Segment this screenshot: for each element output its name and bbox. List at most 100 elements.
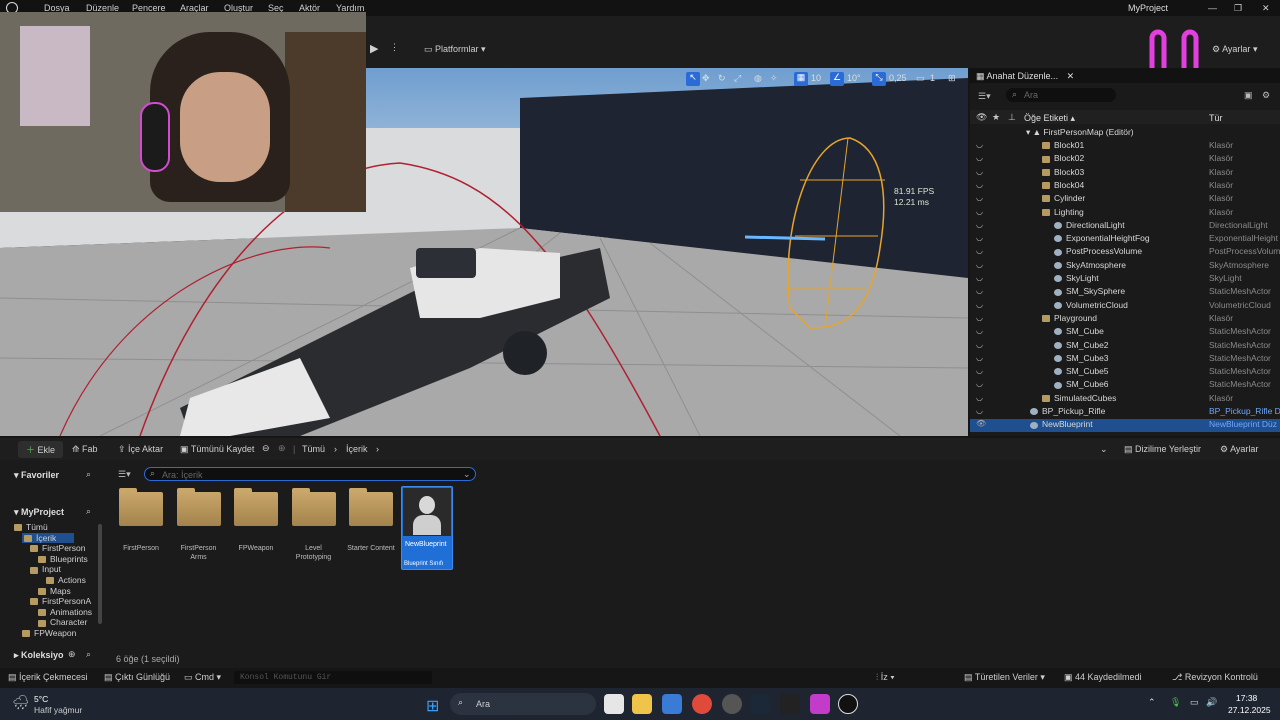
folder-add-icon[interactable]: ▣ (1244, 90, 1253, 101)
tree-folder[interactable]: İçerik (22, 532, 75, 543)
folder-tile[interactable]: FirstPerson Arms (174, 486, 224, 570)
content-search-input[interactable]: ⌕ Ara: İçerik ⌄ (144, 467, 476, 481)
folder-tile[interactable]: FPWeapon (231, 486, 281, 570)
scale-icon[interactable]: ⤢ (734, 73, 741, 84)
dock-button[interactable]: ▤ Dizilime Yerleştir (1124, 444, 1201, 455)
revision-control-button[interactable]: ⎇ Revizyon Kontrolü (1172, 672, 1258, 683)
pin-header-icon[interactable]: ⊥ (1008, 112, 1016, 123)
collections-header[interactable]: ▸ Koleksiyo (14, 650, 64, 661)
clock-time[interactable]: 17:38 (1236, 693, 1257, 703)
visibility-toggle-icon[interactable]: ◡ (976, 353, 983, 362)
history-back-icon[interactable]: ⊖ (262, 443, 270, 454)
outliner-map-row[interactable]: ▾ ▲ FirstPersonMap (Editör) (970, 127, 1280, 140)
favorites-search-icon[interactable]: ⌕ (86, 469, 91, 480)
outliner-row[interactable]: ◡ Cylinder Klasör (970, 193, 1280, 206)
filter-icon[interactable]: ☰▾ (978, 91, 991, 102)
tree-folder[interactable]: Tümü (14, 522, 48, 532)
item-label-header[interactable]: Öğe Etiketi ▴ (1024, 113, 1075, 124)
trace-button[interactable]: ⫶ İz ▾ (876, 672, 895, 683)
breadcrumb-content[interactable]: İçerik (346, 444, 368, 454)
visibility-toggle-icon[interactable]: ◡ (976, 180, 983, 189)
platforms-button[interactable]: ▭ Platformlar ▾ (424, 44, 486, 55)
file-explorer-icon[interactable] (632, 694, 652, 714)
outliner-row[interactable]: ◡ VolumetricCloud VolumetricCloud (970, 300, 1280, 313)
derived-data-button[interactable]: ▤ Türetilen Veriler ▾ (964, 672, 1045, 683)
tree-folder[interactable]: FirstPerson (30, 543, 85, 553)
outliner-tab[interactable]: ▦ Anahat Düzenle... ✕ (976, 71, 1074, 82)
outliner-row[interactable]: ◡ SkyAtmosphere SkyAtmosphere (970, 260, 1280, 273)
maximize-viewport-icon[interactable]: ⊞ (948, 73, 956, 84)
outliner-row[interactable]: ◡ SimulatedCubes Klasör (970, 393, 1280, 406)
console-input[interactable]: Konsol Komutunu Gir (234, 671, 432, 684)
camera-speed-icon[interactable]: ▭ (916, 73, 925, 84)
visibility-toggle-icon[interactable]: ◡ (976, 366, 983, 375)
visibility-toggle-icon[interactable]: ◡ (976, 300, 983, 309)
tree-folder[interactable]: Maps (38, 586, 71, 596)
unsaved-button[interactable]: ▣ 44 Kaydedilmedi (1064, 672, 1142, 683)
project-search-icon[interactable]: ⌕ (86, 506, 91, 517)
outliner-row[interactable]: ◡ Block01 Klasör (970, 140, 1280, 153)
breadcrumb-dropdown-icon[interactable]: ⌄ (1100, 444, 1108, 455)
chrome-icon[interactable] (692, 694, 712, 714)
fab-button[interactable]: ⟰ Fab (72, 444, 98, 455)
breadcrumb-end-chevron-icon[interactable]: › (376, 444, 379, 454)
tree-folder[interactable]: Input (30, 564, 61, 574)
unreal-engine-icon[interactable] (838, 694, 858, 714)
content-filter-icon[interactable]: ☰▾ (118, 469, 131, 480)
tree-folder[interactable]: Actions (46, 575, 86, 585)
store-icon[interactable] (662, 694, 682, 714)
outliner-settings-icon[interactable]: ⚙ (1262, 90, 1270, 101)
tree-folder[interactable]: Blueprints (38, 554, 88, 564)
content-settings-button[interactable]: ⚙ Ayarlar (1220, 444, 1258, 455)
angle-snap-icon[interactable]: ∠ (830, 72, 844, 86)
grid-snap-icon[interactable]: ▦ (794, 72, 808, 86)
import-button[interactable]: ⇪ İçe Aktar (118, 444, 163, 455)
visibility-toggle-icon[interactable]: ◡ (976, 273, 983, 282)
tray-chevron-icon[interactable]: ⌃ (1148, 697, 1156, 708)
visibility-toggle-icon[interactable]: ◡ (976, 326, 983, 335)
selected-asset-tile[interactable]: NewBlueprint Blueprint Sınıfı (401, 486, 453, 570)
outliner-row[interactable]: ◡ SM_Cube6 StaticMeshActor (970, 379, 1280, 392)
outliner-row[interactable]: ◡ Playground Klasör (970, 313, 1280, 326)
output-log-button[interactable]: ▤ Çıktı Günlüğü (104, 672, 170, 683)
microphone-icon[interactable]: 🎙 (1170, 697, 1181, 708)
add-button[interactable]: ＋ Ekle (18, 441, 64, 458)
epic-games-icon[interactable] (780, 694, 800, 714)
collections-search-icon[interactable]: ⌕ (86, 649, 91, 660)
network-icon[interactable]: ▭ (1190, 697, 1199, 708)
scale-snap-icon[interactable]: ⤡ (872, 72, 886, 86)
outliner-row[interactable]: ◡ SkyLight SkyLight (970, 273, 1280, 286)
settings-app-icon[interactable] (722, 694, 742, 714)
volume-icon[interactable]: 🔊 (1206, 697, 1217, 708)
play-icon[interactable]: ▶ (370, 42, 378, 55)
tree-scrollbar[interactable] (98, 524, 102, 624)
outliner-row[interactable]: ◡ Block02 Klasör (970, 153, 1280, 166)
visibility-toggle-icon[interactable]: ◡ (976, 406, 983, 415)
visibility-toggle-icon[interactable]: ◡ (976, 167, 983, 176)
outliner-row[interactable]: ◡ SM_Cube StaticMeshActor (970, 326, 1280, 339)
outliner-row[interactable]: ◡ DirectionalLight DirectionalLight (970, 220, 1280, 233)
streaming-app-icon[interactable] (810, 694, 830, 714)
minimize-icon[interactable]: — (1208, 3, 1217, 13)
cmd-dropdown[interactable]: ▭ Cmd ▾ (184, 672, 221, 683)
visibility-toggle-icon[interactable]: ◡ (976, 286, 983, 295)
angle-size[interactable]: 10° (847, 73, 861, 83)
surface-snap-icon[interactable]: ✧ (770, 73, 778, 84)
visibility-toggle-icon[interactable]: ◡ (976, 207, 983, 216)
outliner-row[interactable]: ◡ Lighting Klasör (970, 207, 1280, 220)
visibility-toggle-icon[interactable]: ◡ (976, 233, 983, 242)
task-view-icon[interactable] (604, 694, 624, 714)
outliner-row[interactable]: ◡ SM_SkySphere StaticMeshActor (970, 286, 1280, 299)
camera-speed[interactable]: 1 (930, 73, 935, 83)
visibility-toggle-icon[interactable]: ◡ (976, 379, 983, 388)
outliner-row[interactable]: 👁 NewBlueprint NewBlueprint Düz (970, 419, 1280, 433)
tree-folder[interactable]: Character (38, 617, 87, 627)
breadcrumb-all[interactable]: Tümü (302, 444, 325, 454)
visibility-toggle-icon[interactable]: ◡ (976, 193, 983, 202)
type-header[interactable]: Tür (1209, 113, 1223, 123)
search-dropdown-icon[interactable]: ⌄ (463, 469, 471, 480)
outliner-row[interactable]: ◡ SM_Cube3 StaticMeshActor (970, 353, 1280, 366)
maximize-icon[interactable]: ❐ (1234, 3, 1242, 14)
outliner-row[interactable]: ◡ SM_Cube5 StaticMeshActor (970, 366, 1280, 379)
weather-icon[interactable]: 🌧 (12, 694, 30, 711)
